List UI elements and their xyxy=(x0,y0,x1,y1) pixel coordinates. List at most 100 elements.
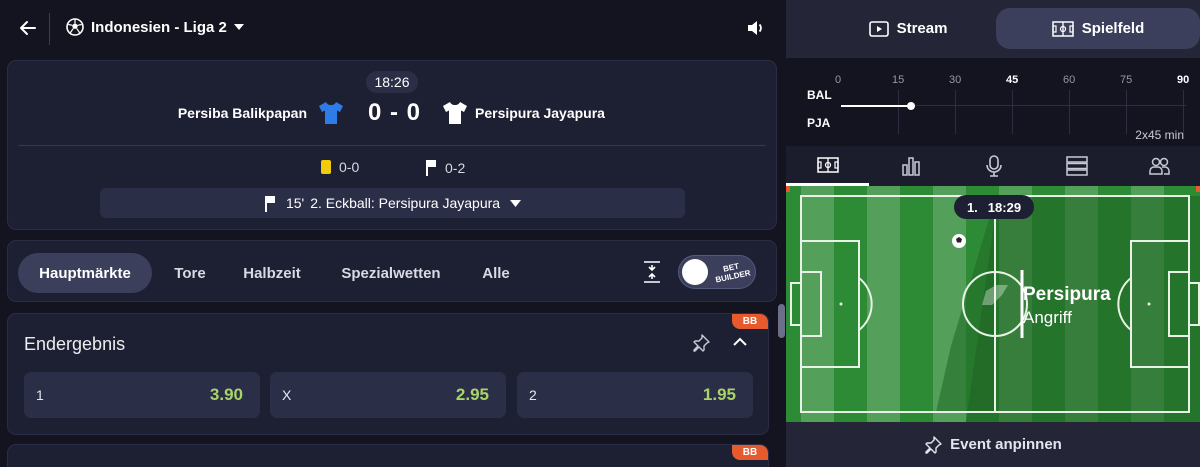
back-arrow-icon[interactable] xyxy=(18,18,38,38)
chevron-up-icon[interactable] xyxy=(732,336,748,346)
stream-label: Stream xyxy=(896,20,948,37)
microphone-icon xyxy=(985,155,1002,177)
timeline-progress-dot xyxy=(907,102,916,110)
corner-flag-icon xyxy=(264,195,275,212)
corners-value: 0-2 xyxy=(445,159,466,176)
tab-commentary[interactable] xyxy=(952,146,1035,186)
tab-tore[interactable]: Tore xyxy=(160,253,220,293)
score: 0 - 0 xyxy=(368,99,422,126)
home-team-name: Persiba Balikpapan xyxy=(177,105,307,121)
match-clock: 18:26 xyxy=(366,71,418,93)
timeline-tick: 15 xyxy=(892,74,905,86)
pin-icon xyxy=(925,435,942,454)
grid-line xyxy=(955,90,956,134)
pitch-visualization xyxy=(786,186,1200,422)
tab-field[interactable] xyxy=(786,146,869,186)
users-icon xyxy=(1148,157,1170,175)
yellow-card-icon xyxy=(321,160,331,174)
left-column: Indonesien - Liga 2 18:26 Persiba Balikp… xyxy=(0,0,786,467)
pitch-half: 1. xyxy=(966,199,978,215)
divider xyxy=(18,145,766,146)
corners-stat: 0-2 xyxy=(425,159,465,176)
divider xyxy=(49,13,50,45)
grid-line xyxy=(1069,90,1070,134)
timeline-tick: 30 xyxy=(949,74,962,86)
market-endergebnis: BB Endergebnis 1 3.90 X 2.95 2 1.95 xyxy=(7,313,769,435)
grid-line xyxy=(898,90,899,134)
odd-value: 2.95 xyxy=(455,385,489,404)
timeline-tick: 60 xyxy=(1063,74,1076,86)
match-timeline: 0 15 30 45 60 75 90 BAL PJA 2x45 min xyxy=(786,58,1200,146)
field-label: Spielfeld xyxy=(1081,20,1145,37)
market-title: Endergebnis xyxy=(24,334,126,354)
info-tabs xyxy=(786,146,1200,186)
timeline-progress xyxy=(841,105,912,107)
event-text: 2. Eckball: Persipura Jayapura xyxy=(310,195,501,211)
league-name: Indonesien - Liga 2 xyxy=(91,18,227,36)
bet-builder-badge: BB xyxy=(732,314,768,329)
collapse-all-icon[interactable] xyxy=(642,261,662,283)
corner-flag-icon xyxy=(426,160,436,176)
tab-alle[interactable]: Alle xyxy=(466,253,526,293)
pin-event-button[interactable]: Event anpinnen xyxy=(786,422,1200,467)
timeline-tick: 0 xyxy=(835,74,842,86)
away-shirt-icon xyxy=(443,102,467,124)
field-icon xyxy=(1051,20,1074,37)
bet-builder-badge: BB xyxy=(732,445,768,460)
timeline-tick: 75 xyxy=(1120,74,1133,86)
last-event-dropdown[interactable]: 15' 2. Eckball: Persipura Jayapura xyxy=(100,188,685,218)
grid-line xyxy=(1126,90,1127,134)
field-icon xyxy=(816,156,839,173)
top-bar: Indonesien - Liga 2 xyxy=(0,0,786,58)
field-button[interactable]: Spielfeld xyxy=(996,8,1200,49)
pin-event-label: Event anpinnen xyxy=(950,436,1062,453)
tab-lineups-list[interactable] xyxy=(1035,146,1118,186)
football-icon xyxy=(66,18,84,36)
pitch-team: Persipura xyxy=(1023,284,1111,305)
scoreboard: 18:26 Persiba Balikpapan 0 - 0 Persipura… xyxy=(7,60,777,230)
league-selector[interactable]: Indonesien - Liga 2 xyxy=(66,18,244,36)
list-icon xyxy=(1065,156,1088,176)
chevron-down-icon xyxy=(233,24,244,30)
yellow-cards-value: 0-0 xyxy=(339,159,360,175)
bet-builder-label: BET BUILDER xyxy=(714,261,752,285)
odd-label: X xyxy=(282,387,292,403)
odd-label: 1 xyxy=(36,387,44,403)
stream-button[interactable]: Stream xyxy=(794,8,1022,49)
odd-button-home[interactable]: 1 3.90 xyxy=(24,372,260,418)
period-label: 2x45 min xyxy=(1135,128,1184,142)
away-team-name: Persipura Jayapura xyxy=(475,105,605,121)
timeline-team-home: BAL xyxy=(807,88,832,102)
tab-players[interactable] xyxy=(1118,146,1200,186)
play-icon xyxy=(868,20,889,37)
scrollbar-thumb[interactable] xyxy=(778,304,785,338)
pin-icon[interactable] xyxy=(692,334,710,352)
yellow-cards-stat: 0-0 xyxy=(321,159,359,175)
timeline-tick: 45 xyxy=(1006,74,1019,86)
speaker-icon[interactable] xyxy=(745,18,765,38)
timeline-tick: 90 xyxy=(1177,74,1190,86)
bet-builder-toggle[interactable]: BET BUILDER xyxy=(678,255,756,289)
toggle-knob xyxy=(682,259,708,285)
odd-label: 2 xyxy=(529,387,537,403)
bar-chart-icon xyxy=(901,157,920,176)
event-minute: 15' xyxy=(285,195,305,211)
tab-stats[interactable] xyxy=(869,146,952,186)
pitch-action: Angriff xyxy=(1023,308,1072,327)
tab-spezialwetten[interactable]: Spezialwetten xyxy=(326,253,456,293)
chevron-down-icon xyxy=(510,199,522,207)
market-tabs: Hauptmärkte Tore Halbzeit Spezialwetten … xyxy=(7,240,777,302)
home-shirt-icon xyxy=(319,102,343,124)
grid-line xyxy=(1012,90,1013,134)
odd-button-draw[interactable]: X 2.95 xyxy=(270,372,506,418)
ball-icon xyxy=(952,234,966,248)
right-panel: Stream Spielfeld 0 15 30 45 60 75 90 BAL PJA 2… xyxy=(786,0,1200,467)
odd-value: 1.95 xyxy=(702,385,736,404)
timeline-team-away: PJA xyxy=(807,116,831,130)
tab-halbzeit[interactable]: Halbzeit xyxy=(232,253,312,293)
market-next: BB xyxy=(7,444,769,467)
odd-button-away[interactable]: 2 1.95 xyxy=(517,372,753,418)
pitch-clock: 18:29 xyxy=(987,199,1022,215)
tab-hauptmaerkte[interactable]: Hauptmärkte xyxy=(18,253,152,293)
odd-value: 3.90 xyxy=(209,385,243,404)
